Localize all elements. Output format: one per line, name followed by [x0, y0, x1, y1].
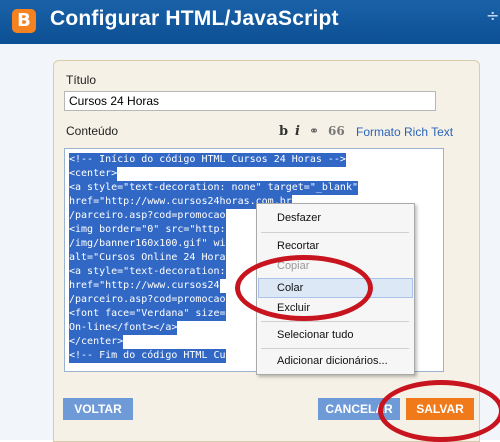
annotation-circle-save — [378, 380, 500, 442]
italic-button[interactable]: i — [295, 124, 300, 139]
code-line: <font face="Verdana" size= — [69, 307, 226, 321]
code-line: </center> — [69, 335, 124, 349]
title-input[interactable] — [64, 91, 436, 111]
code-line: href="http://www.cursos24 — [69, 279, 220, 293]
menu-separator — [261, 232, 409, 233]
bold-button[interactable]: b — [279, 124, 288, 139]
logo-letter: B — [17, 10, 31, 31]
link-icon[interactable]: ⚭ — [309, 124, 319, 138]
back-button[interactable]: VOLTAR — [63, 398, 133, 420]
menu-separator — [261, 348, 409, 349]
header-bar: B Configurar HTML/JavaScript ÷ — [0, 0, 500, 44]
menu-separator — [261, 321, 409, 322]
menu-item-undo[interactable]: Desfazer — [277, 212, 321, 224]
code-line: /parceiro.asp?cod=promocao — [69, 209, 226, 223]
menu-item-select-all[interactable]: Selecionar tudo — [277, 329, 353, 341]
quote-icon[interactable]: 66 — [328, 124, 345, 138]
code-line: <img border="0" src="http: — [69, 223, 226, 237]
blogger-logo-icon: B — [12, 9, 36, 33]
content-label: Conteúdo — [66, 124, 119, 138]
code-line: <a style="text-decoration: — [69, 265, 226, 279]
code-line: <!-- Início do código HTML Cursos 24 Hor… — [69, 153, 346, 167]
close-icon[interactable]: ÷ — [486, 6, 499, 25]
page-title: Configurar HTML/JavaScript — [50, 7, 339, 30]
annotation-circle-paste — [235, 255, 373, 321]
code-line: <center> — [69, 167, 118, 181]
menu-item-cut[interactable]: Recortar — [277, 240, 319, 252]
rich-text-link[interactable]: Formato Rich Text — [356, 125, 453, 139]
code-line: <a style="text-decoration: none" target=… — [69, 181, 358, 195]
code-line: /img/banner160x100.gif" wi — [69, 237, 226, 251]
code-line: alt="Cursos Online 24 Hora — [69, 251, 226, 265]
code-line: /parceiro.asp?cod=promocao — [69, 293, 226, 307]
menu-item-add-dictionaries[interactable]: Adicionar dicionários... — [277, 355, 388, 367]
code-line: On-line</font></a> — [69, 321, 178, 335]
title-label: Título — [66, 73, 97, 87]
code-line: <!-- Fim do código HTML Cu — [69, 349, 226, 363]
